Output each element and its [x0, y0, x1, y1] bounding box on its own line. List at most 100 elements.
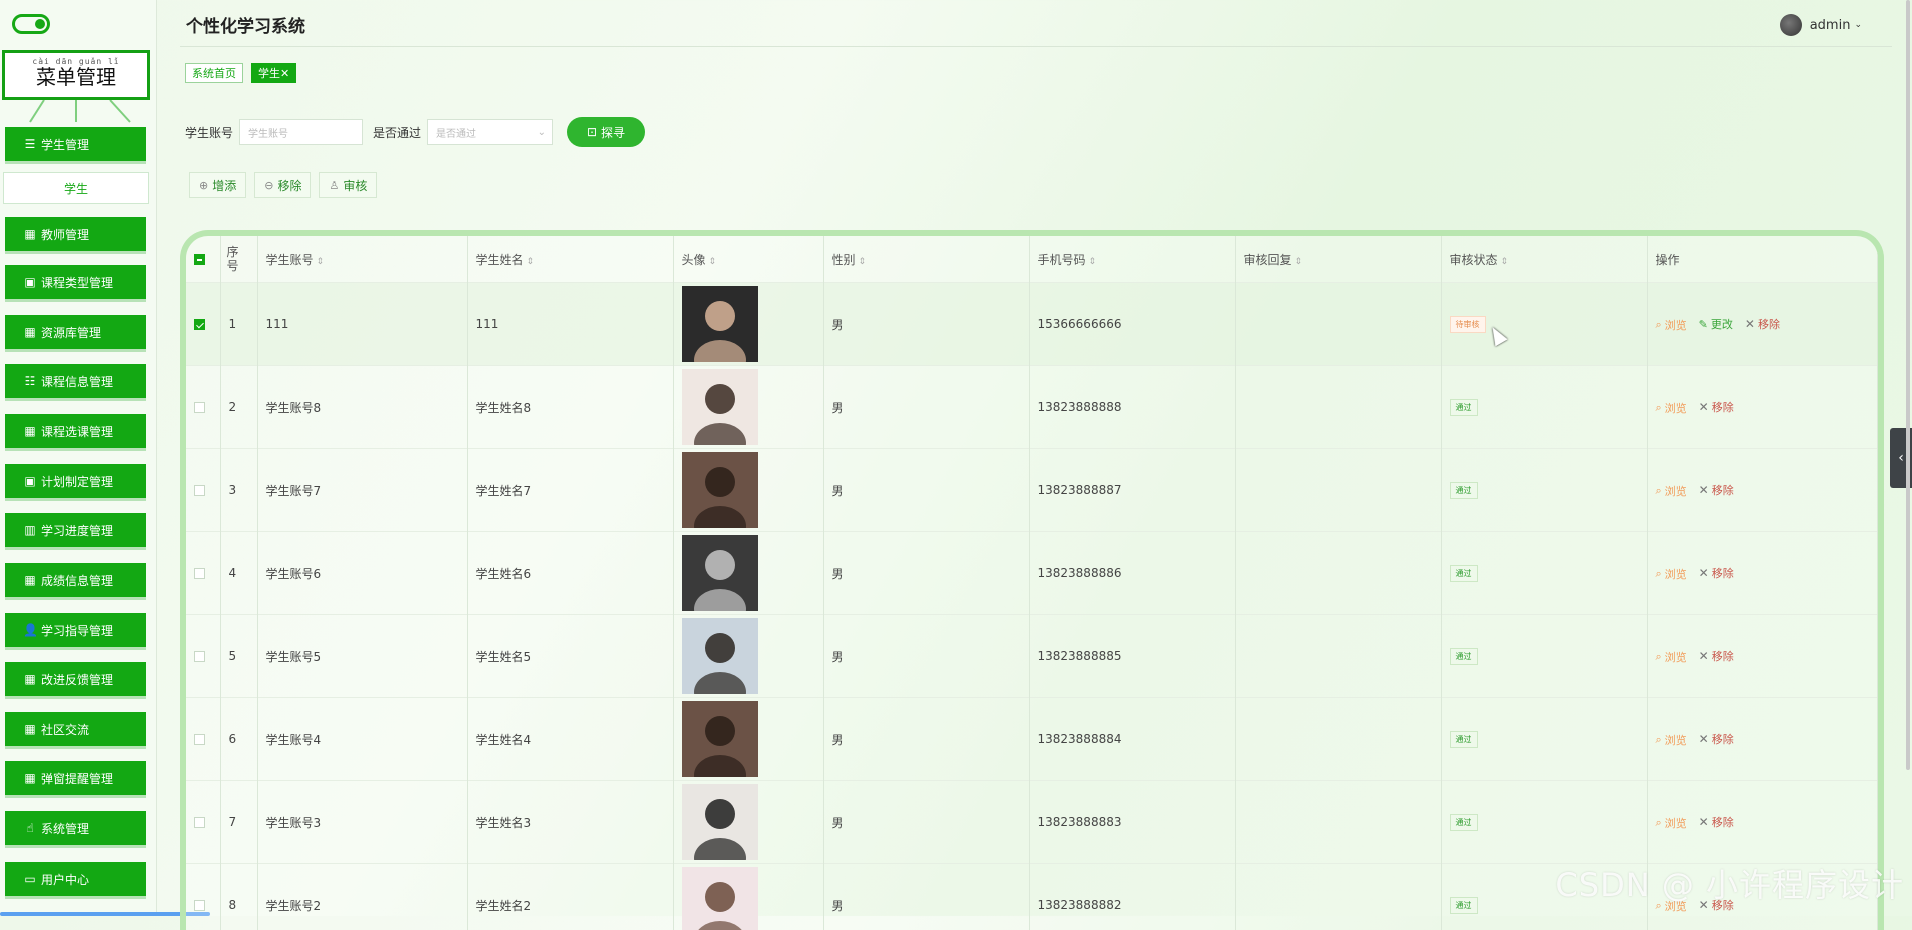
sidebar-item-14[interactable]: ▭用户中心 [5, 862, 146, 896]
view-button[interactable]: ⌕浏览 [1656, 815, 1687, 831]
select-all-checkbox[interactable] [194, 254, 205, 265]
sidebar-item-12[interactable]: ▦弹窗提醒管理 [5, 761, 146, 795]
delete-button[interactable]: ✕移除 [1745, 316, 1780, 332]
view-button[interactable]: ⌕浏览 [1656, 483, 1687, 499]
row-checkbox[interactable] [194, 402, 205, 413]
audit-button[interactable]: ♙审核 [319, 172, 377, 198]
student-photo[interactable] [682, 867, 758, 930]
row-checkbox[interactable] [194, 817, 205, 828]
page-scrollbar[interactable] [1906, 0, 1910, 770]
sidebar-item-9[interactable]: 👤学习指导管理 [5, 613, 146, 647]
row-select-cell[interactable] [186, 366, 220, 449]
remove-button[interactable]: ⊖移除 [254, 172, 311, 198]
row-select-cell[interactable] [186, 532, 220, 615]
table-row[interactable]: 5学生账号5学生姓名5男13823888885通过⌕浏览✕移除 [186, 615, 1878, 698]
student-photo[interactable] [682, 618, 758, 694]
col-index-label: 序号 [227, 245, 239, 273]
add-button[interactable]: ⊕增添 [189, 172, 246, 198]
row-select-cell[interactable] [186, 283, 220, 366]
pass-select-placeholder: 是否通过 [436, 125, 476, 140]
col-avatar[interactable]: 头像⇕ [673, 236, 823, 283]
student-photo[interactable] [682, 784, 758, 860]
col-gender[interactable]: 性别⇕ [823, 236, 1029, 283]
grid-icon: ▦ [23, 227, 37, 241]
delete-button[interactable]: ✕移除 [1699, 399, 1734, 415]
sidebar-item-11[interactable]: ▦社区交流 [5, 712, 146, 746]
sidebar-subitem-student[interactable]: 学生 [3, 172, 149, 204]
sidebar-item-4[interactable]: ☷课程信息管理 [5, 364, 146, 398]
tab-student[interactable]: 学生✕ [251, 63, 296, 83]
col-account[interactable]: 学生账号⇕ [257, 236, 467, 283]
student-photo[interactable] [682, 286, 758, 362]
row-select-cell[interactable] [186, 864, 220, 930]
table-row[interactable]: 1111111男15366666666待审核⌕浏览✎更改✕移除 [186, 283, 1878, 366]
delete-button[interactable]: ✕移除 [1699, 565, 1734, 581]
view-button[interactable]: ⌕浏览 [1656, 400, 1687, 416]
delete-button[interactable]: ✕移除 [1699, 814, 1734, 830]
sidebar-scrollbar[interactable] [0, 910, 156, 916]
sort-icon[interactable]: ⇕ [709, 257, 717, 267]
cell-ops: ⌕浏览 ✕移除 [1647, 615, 1878, 698]
sort-icon[interactable]: ⇕ [527, 257, 535, 267]
col-phone[interactable]: 手机号码⇕ [1029, 236, 1235, 283]
col-name[interactable]: 学生姓名⇕ [467, 236, 673, 283]
sidebar-toggle[interactable] [12, 14, 50, 34]
row-checkbox[interactable] [194, 651, 205, 662]
sidebar-item-10[interactable]: ▦改进反馈管理 [5, 662, 146, 696]
sidebar-item-3[interactable]: ▦资源库管理 [5, 315, 146, 349]
search-bar: 学生账号 学生账号 是否通过 是否通过 ⌄ ⊡ 探寻 [185, 117, 645, 147]
view-button[interactable]: ⌕浏览 [1656, 732, 1687, 748]
edit-button[interactable]: ✎更改 [1699, 316, 1733, 332]
row-checkbox[interactable] [194, 485, 205, 496]
pass-select[interactable]: 是否通过 ⌄ [427, 119, 553, 145]
sort-icon[interactable]: ⇕ [1501, 257, 1509, 267]
cell-avatar [673, 864, 823, 930]
row-select-cell[interactable] [186, 781, 220, 864]
sidebar-item-7[interactable]: ▥学习进度管理 [5, 513, 146, 547]
col-reply[interactable]: 审核回复⇕ [1235, 236, 1441, 283]
row-checkbox[interactable] [194, 734, 205, 745]
table-row[interactable]: 6学生账号4学生姓名4男13823888884通过⌕浏览✕移除 [186, 698, 1878, 781]
account-input[interactable]: 学生账号 [239, 119, 363, 145]
student-photo[interactable] [682, 369, 758, 445]
search-icon: ⌕ [1656, 567, 1662, 581]
cell-reply [1235, 615, 1441, 698]
row-checkbox[interactable] [194, 900, 205, 911]
delete-button[interactable]: ✕移除 [1699, 482, 1734, 498]
view-button[interactable]: ⌕浏览 [1656, 566, 1687, 582]
col-gender-label: 性别 [832, 253, 856, 267]
tab-home[interactable]: 系统首页 [185, 63, 243, 83]
select-all-cell[interactable] [186, 236, 220, 283]
user-menu[interactable]: admin ⌄ [1780, 14, 1862, 36]
sidebar-item-2[interactable]: ▣课程类型管理 [5, 265, 146, 299]
student-photo[interactable] [682, 452, 758, 528]
row-checkbox[interactable] [194, 568, 205, 579]
view-button[interactable]: ⌕浏览 [1656, 649, 1687, 665]
sidebar-item-5[interactable]: ▦课程选课管理 [5, 414, 146, 448]
sort-icon[interactable]: ⇕ [317, 257, 325, 267]
view-button[interactable]: ⌕浏览 [1656, 317, 1687, 333]
row-select-cell[interactable] [186, 449, 220, 532]
row-checkbox[interactable] [194, 319, 205, 330]
row-select-cell[interactable] [186, 698, 220, 781]
sort-icon[interactable]: ⇕ [859, 257, 867, 267]
student-photo[interactable] [682, 535, 758, 611]
sidebar-item-6[interactable]: ▣计划制定管理 [5, 464, 146, 498]
sidebar-item-1[interactable]: ▦教师管理 [5, 217, 146, 251]
sort-icon[interactable]: ⇕ [1089, 257, 1097, 267]
sidebar-item-13[interactable]: ☝系统管理 [5, 811, 146, 845]
table-row[interactable]: 7学生账号3学生姓名3男13823888883通过⌕浏览✕移除 [186, 781, 1878, 864]
delete-button[interactable]: ✕移除 [1699, 731, 1734, 747]
delete-button[interactable]: ✕移除 [1699, 648, 1734, 664]
table-row[interactable]: 2学生账号8学生姓名8男13823888888通过⌕浏览✕移除 [186, 366, 1878, 449]
col-status[interactable]: 审核状态⇕ [1441, 236, 1647, 283]
sort-icon[interactable]: ⇕ [1295, 257, 1303, 267]
sidebar-item-8[interactable]: ▦成绩信息管理 [5, 563, 146, 597]
student-photo[interactable] [682, 701, 758, 777]
table-row[interactable]: 4学生账号6学生姓名6男13823888886通过⌕浏览✕移除 [186, 532, 1878, 615]
sidebar-item-0[interactable]: ☰学生管理 [5, 127, 146, 161]
search-button[interactable]: ⊡ 探寻 [567, 117, 645, 147]
table-row[interactable]: 3学生账号7学生姓名7男13823888887通过⌕浏览✕移除 [186, 449, 1878, 532]
scrollbar-thumb[interactable] [0, 912, 210, 916]
row-select-cell[interactable] [186, 615, 220, 698]
